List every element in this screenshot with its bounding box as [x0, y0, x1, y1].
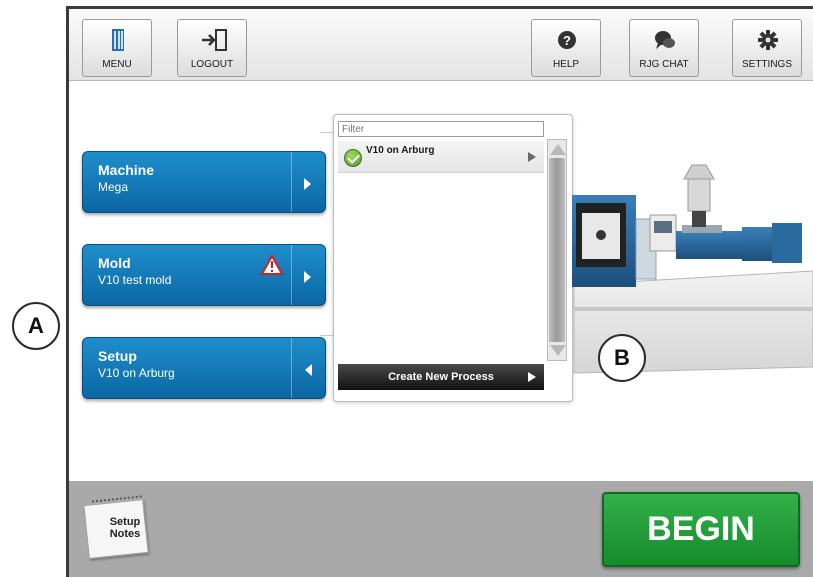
chevron-right-icon	[304, 178, 311, 190]
filter-input[interactable]	[338, 121, 544, 137]
menu-button-label: MENU	[102, 59, 132, 70]
play-icon	[528, 152, 536, 162]
chevron-right-icon	[304, 271, 311, 283]
help-button-label: HELP	[552, 59, 580, 70]
mold-selector[interactable]: Mold V10 test mold	[82, 244, 326, 306]
process-name: V10 on Arburg	[366, 145, 435, 156]
svg-text:?: ?	[563, 33, 571, 48]
toolbar: MENU LOGOUT ? HELP RJG CHAT SETTINGS	[69, 9, 813, 81]
scroll-up-icon[interactable]	[549, 141, 566, 157]
settings-button-label: SETTINGS	[741, 59, 792, 70]
scrollbar-thumb[interactable]	[549, 158, 565, 342]
logout-icon	[178, 28, 246, 52]
mold-selector-value: V10 test mold	[98, 273, 172, 287]
create-new-process-label: Create New Process	[388, 371, 494, 383]
setup-selector[interactable]: Setup V10 on Arburg	[82, 337, 326, 399]
chevron-left-icon	[305, 364, 312, 376]
logout-button[interactable]: LOGOUT	[177, 19, 247, 77]
machine-selector[interactable]: Machine Mega	[82, 151, 326, 213]
gear-icon	[733, 28, 801, 52]
setup-notes-line1: Setup	[109, 516, 141, 528]
setup-selector-title: Setup	[98, 348, 137, 364]
settings-button[interactable]: SETTINGS	[732, 19, 802, 77]
machine-selector-value: Mega	[98, 180, 129, 194]
setup-notes-label: Setup Notes	[100, 516, 150, 540]
scrollbar[interactable]	[547, 139, 567, 361]
play-icon	[528, 372, 536, 382]
machine-selector-title: Machine	[98, 162, 155, 178]
machine-expand-arrow[interactable]	[291, 152, 325, 212]
check-circle-icon	[344, 149, 362, 167]
create-new-process-button[interactable]: Create New Process	[338, 364, 544, 390]
begin-button[interactable]: BEGIN	[602, 492, 800, 567]
mold-expand-arrow[interactable]	[291, 245, 325, 305]
rjg-chat-button-label: RJG CHAT	[639, 59, 689, 70]
setup-notes-line2: Notes	[109, 528, 141, 540]
warning-icon	[261, 255, 283, 275]
setup-selector-value: V10 on Arburg	[98, 366, 175, 380]
callout-a: A	[12, 302, 60, 350]
logout-button-label: LOGOUT	[190, 59, 234, 70]
setup-notes-button[interactable]: Setup Notes	[82, 495, 154, 560]
setup-collapse-arrow[interactable]	[291, 338, 325, 398]
chat-icon	[630, 28, 698, 52]
rjg-chat-button[interactable]: RJG CHAT	[629, 19, 699, 77]
menu-icon	[83, 28, 151, 52]
menu-button[interactable]: MENU	[82, 19, 152, 77]
callout-b: B	[598, 334, 646, 382]
help-icon: ?	[532, 28, 600, 52]
app-root: MENU LOGOUT ? HELP RJG CHAT SETTINGS Mac…	[0, 0, 813, 577]
list-item[interactable]: V10 on Arburg	[338, 141, 544, 173]
mold-selector-title: Mold	[98, 255, 131, 271]
process-panel: V10 on Arburg Create New Process	[333, 114, 573, 402]
help-button[interactable]: ? HELP	[531, 19, 601, 77]
scroll-down-icon[interactable]	[549, 343, 566, 359]
